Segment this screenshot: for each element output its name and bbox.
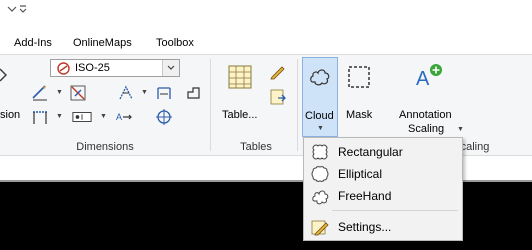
annotation-label-line2: Scaling [408,123,445,135]
cloud-button[interactable]: Cloud ▼ [302,57,338,137]
mask-label: Mask [346,109,373,121]
svg-text:A: A [116,112,122,122]
annotation-scale-icon: A [416,63,444,92]
menu-separator [332,210,458,211]
menu-item-freehand[interactable]: FreeHand [308,185,458,206]
menu-item-rectangular[interactable]: Rectangular [308,141,458,162]
chevron-down-icon: ▼ [457,126,464,133]
menu-item-label: Settings... [338,220,392,234]
dimension-style-value: ISO-25 [75,62,110,74]
mask-button[interactable]: Mask [342,57,378,127]
chevron-down-icon: ▼ [317,125,324,132]
cloud-dropdown-menu: Rectangular Elliptical FreeHand Settings… [303,137,463,241]
dimension-style-icon [0,67,8,86]
settings-pencil-icon [311,218,329,236]
group-divider [210,59,211,151]
elliptical-cloud-icon [311,165,329,183]
menu-item-settings[interactable]: Settings... [308,216,458,237]
svg-text:A: A [416,68,430,89]
aligned-dimension-icon[interactable] [68,83,88,103]
annotation-label-line1: Annotation [399,109,452,121]
table-button[interactable]: Table... [222,109,257,121]
chevron-down-icon[interactable]: ▼ [56,113,63,120]
group-label-dimensions: Dimensions [76,141,134,153]
menu-item-label: Elliptical [338,167,383,181]
tolerance-icon[interactable] [72,107,92,127]
chevron-down-icon[interactable]: ▼ [100,113,107,120]
dimension-style-combo[interactable]: ISO-25 [50,59,180,77]
center-mark-icon[interactable] [154,107,174,127]
title-strip [0,0,532,32]
rectangular-cloud-icon [311,143,329,161]
oblique-dimension-icon[interactable]: A [114,107,134,127]
group-divider [297,59,298,151]
chevron-down-icon[interactable] [162,60,179,76]
chevron-down-icon[interactable]: ▼ [56,89,63,96]
tab-add-ins[interactable]: Add-Ins [14,37,52,49]
cloud-icon [308,64,332,91]
table-icon[interactable] [228,65,252,92]
ribbon-tabs: Add-Ins OnlineMaps Toolbox [0,32,532,54]
tab-onlinemaps[interactable]: OnlineMaps [73,37,132,49]
quick-access-dropdown-icon[interactable] [6,4,30,18]
mask-icon [347,65,371,92]
chevron-down-icon[interactable]: ▼ [141,89,148,96]
tab-toolbox[interactable]: Toolbox [156,37,194,49]
continue-dimension-icon[interactable] [30,107,50,127]
menu-item-label: Rectangular [338,145,403,159]
style-icon [57,62,70,78]
cloud-label: Cloud [305,110,334,122]
dimension-partial-label: sion [0,109,21,121]
menu-item-elliptical[interactable]: Elliptical [308,163,458,184]
dimension-break-icon[interactable] [184,83,204,103]
link-data-icon[interactable] [268,87,288,107]
annotation-scaling-button[interactable]: A Annotation Scaling ▼ [394,57,466,137]
angular-dimension-icon[interactable] [116,83,136,103]
menu-item-label: FreeHand [338,189,392,203]
group-label-tables: Tables [240,141,272,153]
edit-table-icon[interactable] [268,61,288,81]
baseline-dimension-icon[interactable] [154,83,174,103]
freehand-cloud-icon [311,187,329,205]
linear-dimension-icon[interactable] [30,83,50,103]
